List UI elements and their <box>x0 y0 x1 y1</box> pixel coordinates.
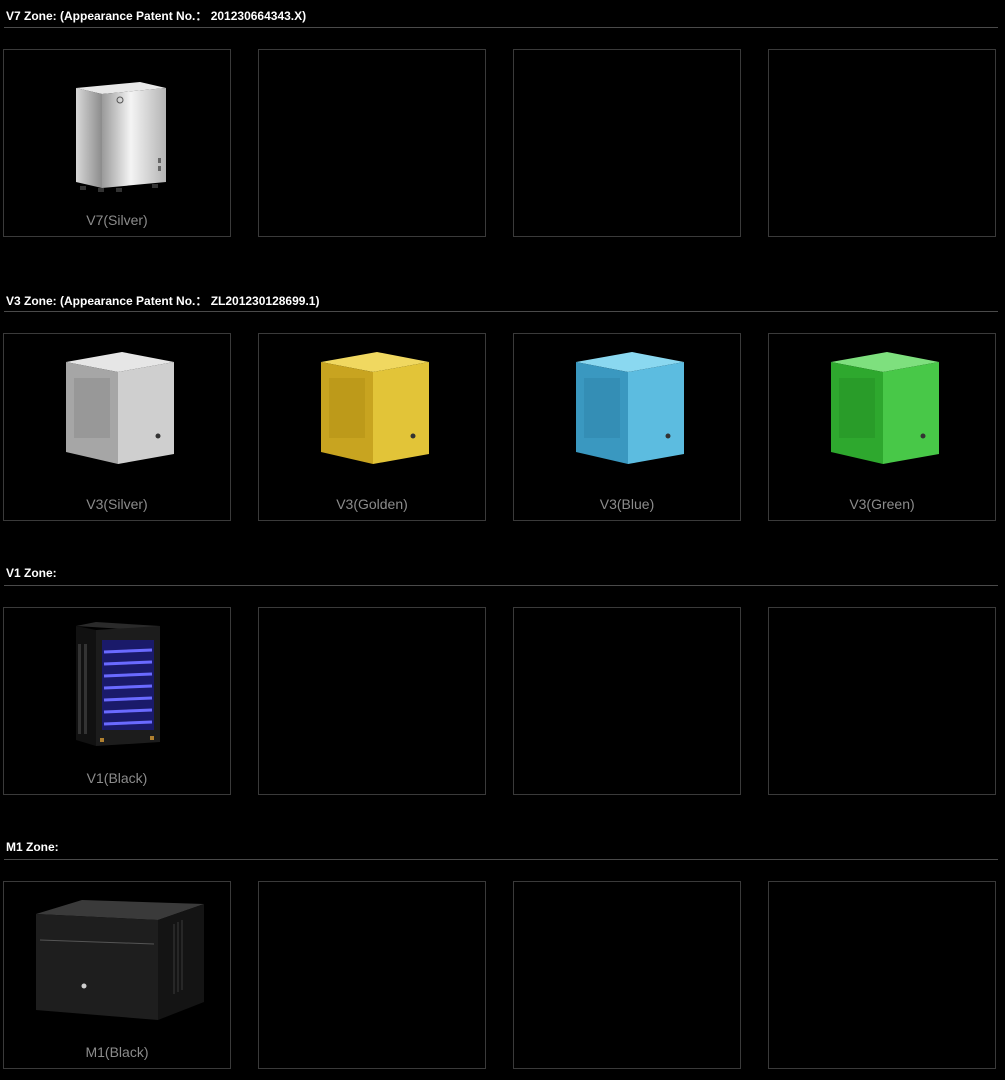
zone-divider <box>4 585 998 586</box>
v1-black-case-image <box>76 622 160 746</box>
v3-blue-case-image <box>576 352 684 464</box>
product-tile-v3-green[interactable]: V3(Green) <box>768 333 996 521</box>
empty-tile <box>513 881 741 1069</box>
empty-tile <box>513 607 741 795</box>
product-label: M1(Black) <box>85 1044 149 1060</box>
product-tile-v3-blue[interactable]: V3(Blue) <box>513 333 741 521</box>
zone-title-v1: V1 Zone: <box>6 566 57 580</box>
empty-tile <box>513 49 741 237</box>
v3-silver-case-image <box>66 352 174 464</box>
empty-tile <box>258 607 486 795</box>
product-label: V3(Golden) <box>336 496 408 512</box>
empty-tile <box>258 881 486 1069</box>
zone-title-m1: M1 Zone: <box>6 840 59 854</box>
product-tile-v3-silver[interactable]: V3(Silver) <box>3 333 231 521</box>
v3-green-case-image <box>831 352 939 464</box>
empty-tile <box>258 49 486 237</box>
zone-divider <box>4 859 998 860</box>
zone-title-v3: V3 Zone: (Appearance Patent No.： ZL20123… <box>6 294 320 308</box>
product-label: V7(Silver) <box>86 212 148 228</box>
v3-golden-case-image <box>321 352 429 464</box>
empty-tile <box>768 49 996 237</box>
product-label: V3(Green) <box>849 496 915 512</box>
zone-divider <box>4 311 998 312</box>
product-tile-v7-silver[interactable]: V7(Silver) <box>3 49 231 237</box>
product-tile-m1-black[interactable]: M1(Black) <box>3 881 231 1069</box>
product-label: V3(Silver) <box>86 496 148 512</box>
product-label: V3(Blue) <box>599 496 655 512</box>
zone-divider <box>4 27 998 28</box>
zone-title-v7: V7 Zone: (Appearance Patent No.： 2012306… <box>6 9 307 23</box>
empty-tile <box>768 607 996 795</box>
m1-black-case-image <box>36 900 204 1020</box>
product-tile-v1-black[interactable]: V1(Black) <box>3 607 231 795</box>
product-label: V1(Black) <box>86 770 148 786</box>
product-tile-v3-golden[interactable]: V3(Golden) <box>258 333 486 521</box>
empty-tile <box>768 881 996 1069</box>
v7-silver-case-image <box>76 82 166 192</box>
